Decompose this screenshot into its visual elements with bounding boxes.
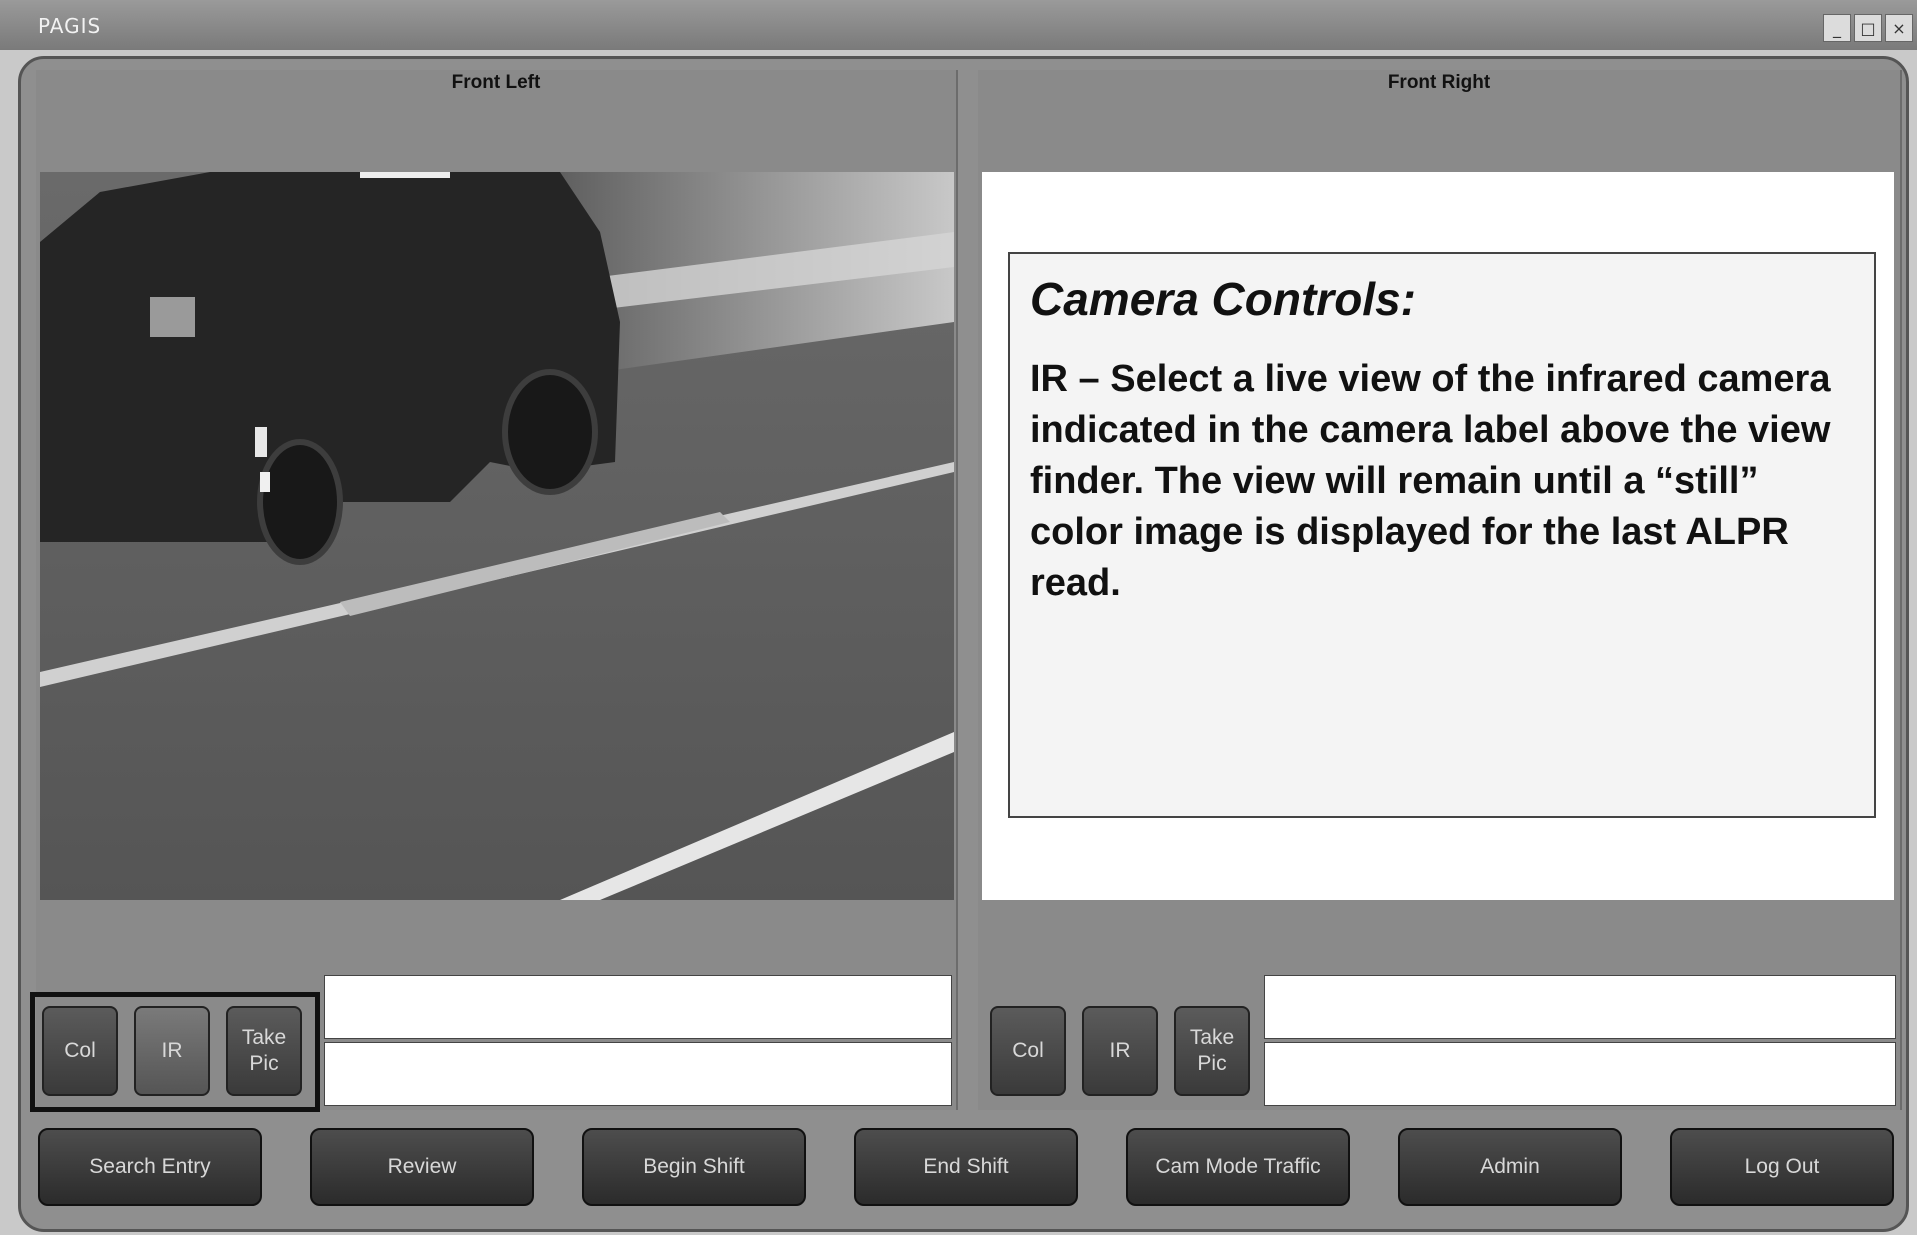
app-title: PAGIS — [38, 14, 102, 38]
plate-read-field-right-1 — [1264, 975, 1896, 1039]
ir-camera-button-left[interactable]: IR — [134, 1006, 210, 1096]
camera-label-front-left: Front Left — [451, 72, 541, 93]
cam-mode-button[interactable]: Cam Mode Traffic — [1126, 1128, 1350, 1206]
callout-text: IR – Select a live view of the infrared … — [1030, 358, 1831, 604]
bottom-nav-bar: Search Entry Review Begin Shift End Shif… — [38, 1128, 1898, 1208]
infrared-camera-feed — [40, 172, 954, 900]
admin-button[interactable]: Admin — [1398, 1128, 1622, 1206]
search-entry-button[interactable]: Search Entry — [38, 1128, 262, 1206]
color-camera-button-left[interactable]: Col — [42, 1006, 118, 1096]
minimize-button[interactable]: _ — [1823, 14, 1851, 42]
begin-shift-button[interactable]: Begin Shift — [582, 1128, 806, 1206]
callout-title: Camera Controls: — [1030, 273, 1416, 325]
review-button[interactable]: Review — [310, 1128, 534, 1206]
ir-camera-button-right[interactable]: IR — [1082, 1006, 1158, 1096]
maximize-button[interactable]: □ — [1854, 14, 1882, 42]
camera-panel-front-left: Front Left Col IR Take Pic — [30, 70, 958, 1112]
window-controls: _ □ × — [1823, 14, 1913, 42]
title-bar: PAGIS _ □ × — [0, 0, 1917, 50]
log-out-button[interactable]: Log Out — [1670, 1128, 1894, 1206]
camera-viewfinder-front-left — [40, 172, 954, 900]
color-camera-button-right[interactable]: Col — [990, 1006, 1066, 1096]
plate-read-field-left-2 — [324, 1042, 952, 1106]
end-shift-button[interactable]: End Shift — [854, 1128, 1078, 1206]
plate-read-field-left-1 — [324, 975, 952, 1039]
take-pic-button-right[interactable]: Take Pic — [1174, 1006, 1250, 1096]
camera-panel-front-right: Front Right Camera Controls: IR – Select… — [978, 70, 1902, 1110]
camera-viewfinder-front-right: Camera Controls: IR – Select a live view… — [982, 172, 1894, 900]
close-button[interactable]: × — [1885, 14, 1913, 42]
help-callout: Camera Controls: IR – Select a live view… — [1008, 252, 1876, 818]
camera-label-front-right: Front Right — [1387, 72, 1491, 93]
plate-read-field-right-2 — [1264, 1042, 1896, 1106]
take-pic-button-left[interactable]: Take Pic — [226, 1006, 302, 1096]
